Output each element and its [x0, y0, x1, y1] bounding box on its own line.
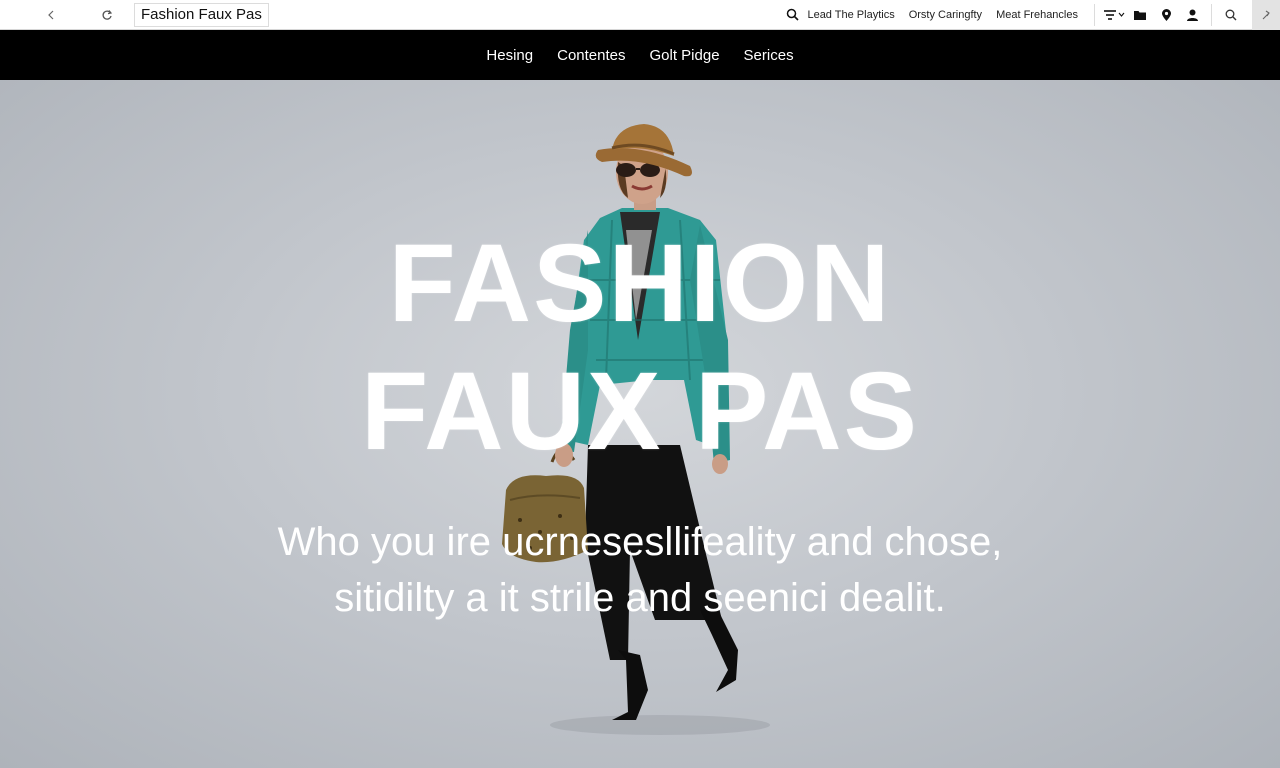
hero-title-line-1: FASHION [388, 222, 892, 345]
main-nav: Hesing Contentes Golt Pidge Serices [0, 30, 1280, 80]
toolbar-link-3[interactable]: Meat Frehancles [996, 9, 1078, 21]
nav-item-serices[interactable]: Serices [744, 47, 794, 64]
search-icon[interactable] [781, 4, 803, 26]
folder-icon[interactable] [1127, 3, 1153, 27]
hero-section: FASHION FAUX PAS Who you ire ucrneseslli… [0, 80, 1280, 768]
hero-subtitle-line-1: Who you ire ucrnesesllifeality and chose… [277, 520, 1003, 564]
pin-icon[interactable] [1153, 3, 1179, 27]
page-title: Fashion Faux Pas [141, 6, 262, 23]
chevron-down-icon [1118, 12, 1124, 17]
nav-item-golt-pidge[interactable]: Golt Pidge [650, 47, 720, 64]
back-icon[interactable] [38, 3, 64, 27]
nav-item-contentes[interactable]: Contentes [557, 47, 625, 64]
nav-item-hesing[interactable]: Hesing [486, 47, 533, 64]
browser-toolbar: Fashion Faux Pas Lead The Playtics Orsty… [0, 0, 1280, 30]
toolbar-divider-2 [1211, 3, 1212, 26]
hero-subtitle-line-2: sitidilty a it strile and seenici dealit… [334, 576, 946, 620]
hero-title-line-2: FAUX PAS [361, 350, 919, 473]
ext-icon[interactable] [1252, 0, 1280, 30]
toolbar-right: Lead The Playtics Orsty Caringfty Meat F… [781, 0, 1280, 30]
zoom-icon[interactable] [1218, 3, 1244, 27]
toolbar-link-2[interactable]: Orsty Caringfty [909, 9, 982, 21]
page-title-field[interactable]: Fashion Faux Pas [134, 2, 269, 27]
filter-icon[interactable] [1101, 3, 1127, 27]
person-icon[interactable] [1179, 3, 1205, 27]
reload-icon[interactable] [94, 3, 120, 27]
toolbar-link-1[interactable]: Lead The Playtics [807, 9, 894, 21]
toolbar-divider [1094, 3, 1095, 26]
